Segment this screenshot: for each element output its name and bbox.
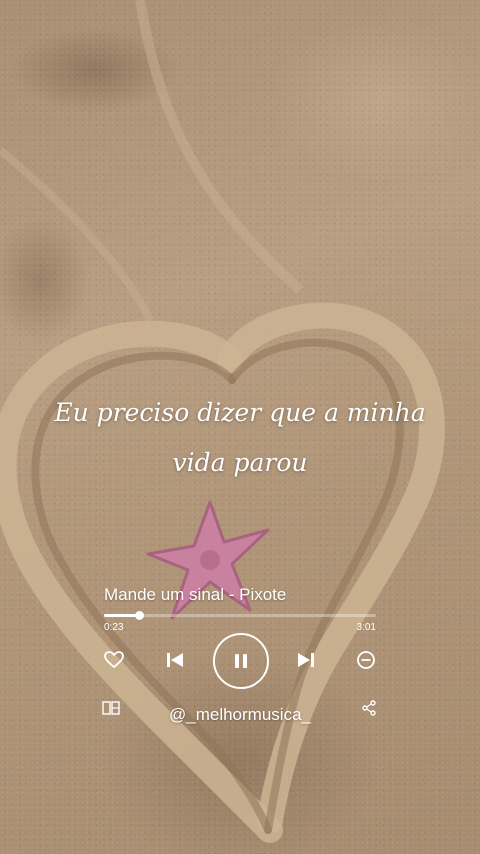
- total-time: 3:01: [356, 622, 376, 633]
- skip-next-icon: [298, 653, 314, 667]
- remove-button[interactable]: [354, 648, 378, 672]
- current-time: 0:23: [104, 622, 124, 633]
- like-button[interactable]: [102, 648, 126, 672]
- next-button[interactable]: [294, 649, 318, 671]
- previous-button[interactable]: [163, 649, 187, 671]
- pause-button[interactable]: [213, 633, 269, 689]
- progress-knob[interactable]: [134, 611, 144, 620]
- share-icon: [362, 700, 376, 716]
- track-title: Mande um sinal - Pixote: [104, 585, 287, 604]
- account-handle: @_melhormusica_: [169, 705, 311, 724]
- minus-circle-icon: [357, 651, 375, 669]
- skip-previous-icon: [167, 653, 183, 667]
- progress-bar[interactable]: [104, 611, 376, 620]
- lyrics-line-1: Eu preciso dizer que a minha: [54, 398, 426, 427]
- share-button[interactable]: [358, 697, 380, 719]
- heart-icon: [104, 651, 124, 668]
- lyrics-text: Eu preciso dizer que a minha vida parou: [40, 388, 440, 488]
- progress-fill: [104, 614, 139, 617]
- lyrics-line-2: vida parou: [172, 448, 308, 477]
- pause-icon: [235, 654, 247, 668]
